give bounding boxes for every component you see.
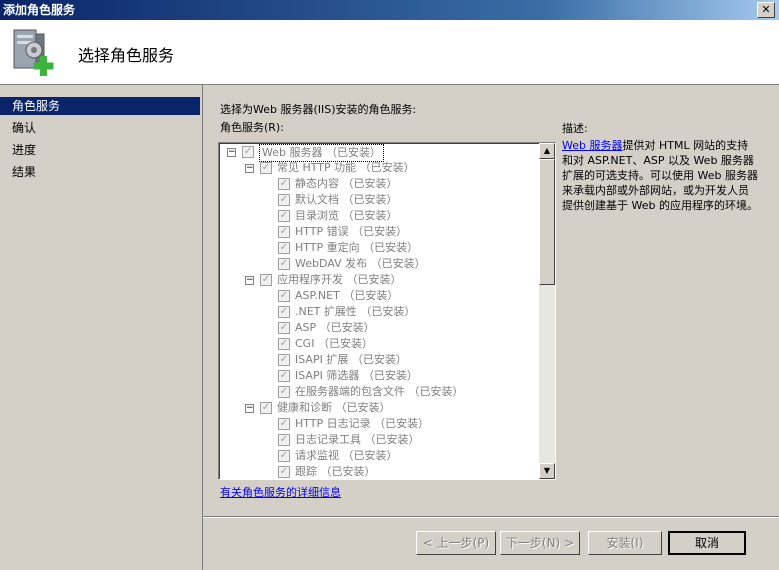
tree-scrollbar[interactable]: ▲ ▼: [539, 143, 555, 479]
checkbox[interactable]: ✓: [278, 226, 290, 238]
checkbox[interactable]: ✓: [278, 450, 290, 462]
cancel-button[interactable]: 取消: [668, 531, 746, 555]
checkbox[interactable]: ✓: [242, 146, 254, 158]
web-server-link[interactable]: Web 服务器: [562, 139, 622, 152]
instruction-text: 选择为Web 服务器(IIS)安装的角色服务:: [220, 103, 417, 116]
wizard-steps: 角色服务 确认 进度 结果: [0, 85, 202, 570]
tree-item-label: 请求监视 （已安装）: [295, 449, 398, 462]
arrow-down-icon: ▼: [543, 466, 551, 475]
tree-item-label: WebDAV 发布 （已安装）: [295, 257, 426, 270]
page-title: 选择角色服务: [78, 46, 175, 65]
prev-button[interactable]: < 上一步(P): [416, 531, 496, 555]
wizard-header: 选择角色服务: [0, 20, 779, 85]
checkbox[interactable]: ✓: [260, 402, 272, 414]
tree-item-label: .NET 扩展性 （已安装）: [295, 305, 416, 318]
tree-item[interactable]: ✓ 跟踪 （已安装）: [219, 464, 537, 479]
scroll-up-button[interactable]: ▲: [539, 143, 555, 159]
tree-item[interactable]: ✓ HTTP 日志记录 （已安装）: [219, 416, 537, 432]
window-title: 添加角色服务: [3, 3, 76, 17]
tree-item[interactable]: − ✓ 常见 HTTP 功能 （已安装）: [219, 160, 537, 176]
install-button[interactable]: 安装(I): [588, 531, 662, 555]
scroll-thumb[interactable]: [539, 159, 555, 285]
tree-item-label: 跟踪 （已安装）: [295, 465, 376, 478]
tree-item-label: ASP.NET （已安装）: [295, 289, 399, 302]
tree-item[interactable]: ✓ HTTP 错误 （已安装）: [219, 224, 537, 240]
tree-item[interactable]: − ✓ 健康和诊断 （已安装）: [219, 400, 537, 416]
collapse-icon[interactable]: −: [245, 276, 254, 285]
role-services-tree[interactable]: ✓ 跟踪 （已安装） ✓ 请求监视 （已安装） ✓ 日志记录工具 （已安装） ✓ HTTP 日…: [218, 142, 556, 480]
checkbox[interactable]: ✓: [278, 370, 290, 382]
next-button[interactable]: 下一步(N) >: [500, 531, 580, 555]
checkbox[interactable]: ✓: [278, 322, 290, 334]
tree-item-label: 应用程序开发 （已安装）: [277, 273, 402, 286]
tree-item[interactable]: ✓ WebDAV 发布 （已安装）: [219, 256, 537, 272]
collapse-icon[interactable]: −: [245, 404, 254, 413]
tree-item[interactable]: ✓ HTTP 重定向 （已安装）: [219, 240, 537, 256]
checkbox[interactable]: ✓: [278, 306, 290, 318]
scroll-down-button[interactable]: ▼: [539, 463, 555, 479]
tree-item[interactable]: ✓ CGI （已安装）: [219, 336, 537, 352]
tree-item[interactable]: ✓ ASP.NET （已安装）: [219, 288, 537, 304]
checkbox[interactable]: ✓: [278, 354, 290, 366]
tree-item[interactable]: ✓ 日志记录工具 （已安装）: [219, 432, 537, 448]
checkbox[interactable]: ✓: [278, 434, 290, 446]
tree-item-label: 健康和诊断 （已安装）: [277, 401, 391, 414]
collapse-icon[interactable]: −: [227, 148, 236, 157]
tree-item[interactable]: ✓ ASP （已安装）: [219, 320, 537, 336]
checkbox[interactable]: ✓: [260, 162, 272, 174]
close-icon: ✕: [761, 3, 771, 16]
tree-item-label: 常见 HTTP 功能 （已安装）: [277, 161, 415, 174]
tree-item[interactable]: ✓ 静态内容 （已安装）: [219, 176, 537, 192]
tree-item-label: 静态内容 （已安装）: [295, 177, 398, 190]
tree-item-label: 在服务器端的包含文件 （已安装）: [295, 385, 464, 398]
description-title: 描述:: [562, 122, 588, 135]
checkbox[interactable]: ✓: [278, 418, 290, 430]
step-results[interactable]: 结果: [0, 163, 200, 181]
checkbox[interactable]: ✓: [278, 290, 290, 302]
checkbox[interactable]: ✓: [260, 274, 272, 286]
tree-item-label: ASP （已安装）: [295, 321, 375, 334]
tree-item[interactable]: ✓ ISAPI 筛选器 （已安装）: [219, 368, 537, 384]
checkbox[interactable]: ✓: [278, 178, 290, 190]
tree-item[interactable]: ✓ 在服务器端的包含文件 （已安装）: [219, 384, 537, 400]
tree-item-label: 目录浏览 （已安装）: [295, 209, 398, 222]
tree-item[interactable]: ✓ 默认文档 （已安装）: [219, 192, 537, 208]
arrow-up-icon: ▲: [543, 146, 551, 155]
close-button[interactable]: ✕: [757, 2, 775, 18]
tree-item[interactable]: ✓ .NET 扩展性 （已安装）: [219, 304, 537, 320]
server-add-icon: [13, 29, 54, 76]
step-confirm[interactable]: 确认: [0, 119, 200, 137]
tree-item-label: 默认文档 （已安装）: [295, 193, 398, 206]
checkbox[interactable]: ✓: [278, 242, 290, 254]
tree-item-label: 日志记录工具 （已安装）: [295, 433, 420, 446]
button-separator: [203, 516, 779, 518]
title-bar: 添加角色服务 ✕: [0, 0, 779, 20]
checkbox[interactable]: ✓: [278, 258, 290, 270]
tree-item-label: Web 服务器 （已安装）: [259, 144, 384, 162]
tree-item[interactable]: ✓ ISAPI 扩展 （已安装）: [219, 352, 537, 368]
checkbox[interactable]: ✓: [278, 386, 290, 398]
role-services-label: 角色服务(R):: [220, 121, 284, 134]
more-info-link[interactable]: 有关角色服务的详细信息: [220, 484, 341, 500]
tree-item-label: HTTP 日志记录 （已安装）: [295, 417, 430, 430]
tree-item[interactable]: − ✓ 应用程序开发 （已安装）: [219, 272, 537, 288]
checkbox[interactable]: ✓: [278, 210, 290, 222]
tree-item-label: ISAPI 扩展 （已安装）: [295, 353, 407, 366]
tree-item-label: HTTP 重定向 （已安装）: [295, 241, 419, 254]
checkbox[interactable]: ✓: [278, 194, 290, 206]
tree-item-label: HTTP 错误 （已安装）: [295, 225, 408, 238]
tree-item[interactable]: ✓ 目录浏览 （已安装）: [219, 208, 537, 224]
tree-item[interactable]: − ✓ Web 服务器 （已安装）: [219, 144, 537, 162]
tree-item-label: CGI （已安装）: [295, 337, 373, 350]
tree-item-label: ISAPI 筛选器 （已安装）: [295, 369, 418, 382]
checkbox[interactable]: ✓: [278, 466, 290, 478]
step-progress[interactable]: 进度: [0, 141, 200, 159]
step-role-services[interactable]: 角色服务: [0, 97, 200, 115]
checkbox[interactable]: ✓: [278, 338, 290, 350]
description-body: Web 服务器提供对 HTML 网站的支持和对 ASP.NET、ASP 以及 W…: [562, 138, 758, 213]
collapse-icon[interactable]: −: [245, 164, 254, 173]
tree-item[interactable]: ✓ 请求监视 （已安装）: [219, 448, 537, 464]
